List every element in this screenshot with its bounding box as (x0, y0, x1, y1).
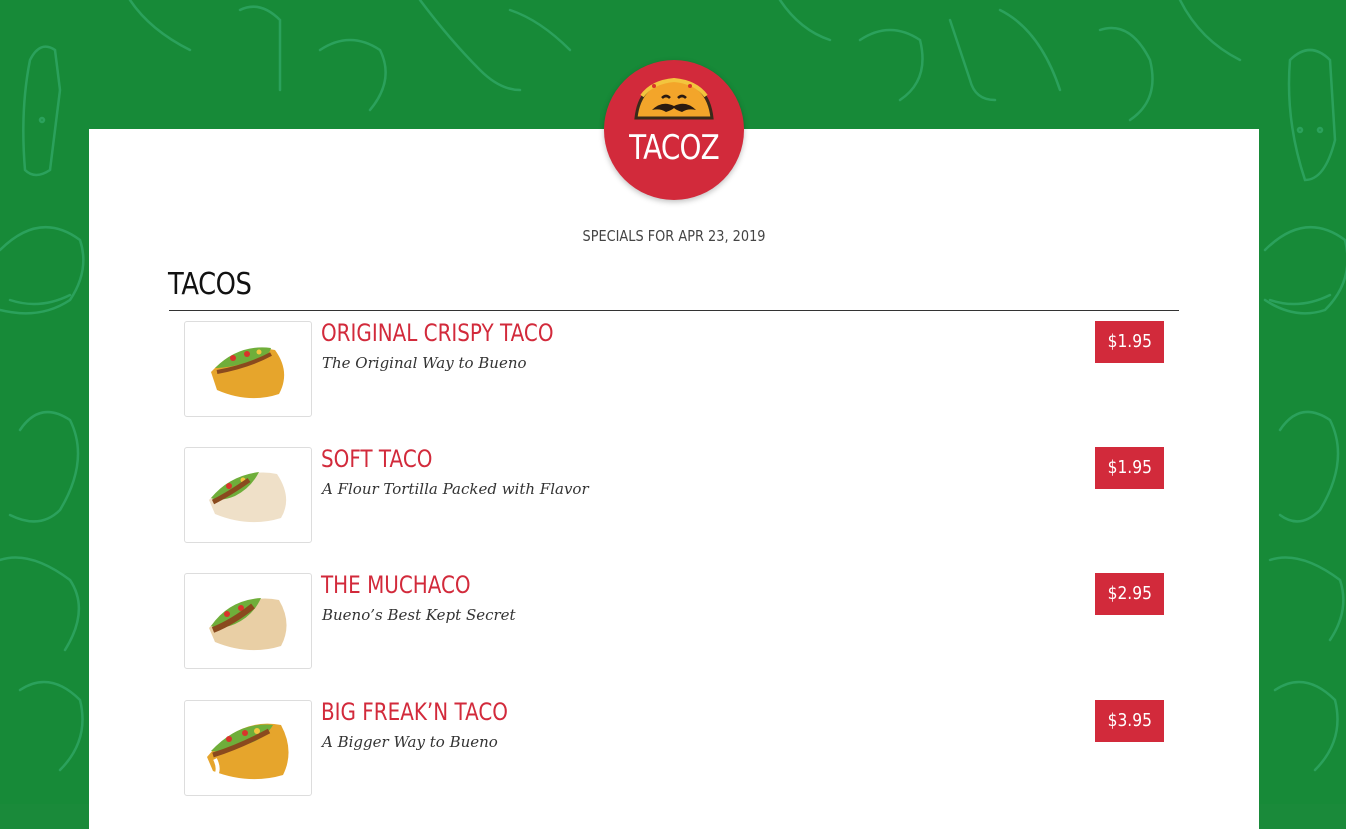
brand-logo[interactable]: TACOZ (604, 60, 744, 200)
menu-card: SPECIALS FOR APR 23, 2019 TACOS ORIGINAL… (89, 129, 1259, 829)
item-description: A Bigger Way to Bueno (322, 733, 498, 751)
price-badge: $2.95 (1095, 573, 1164, 615)
crispy-taco-image (184, 321, 312, 417)
muchaco-image (184, 573, 312, 669)
mustache-taco-icon (634, 77, 714, 120)
menu-item[interactable]: ORIGINAL CRISPY TACO The Original Way to… (184, 319, 1164, 417)
price-badge: $1.95 (1095, 321, 1164, 363)
menu-item[interactable]: BIG FREAK’N TACO A Bigger Way to Bueno $… (184, 698, 1164, 796)
item-description: Bueno’s Best Kept Secret (322, 606, 516, 624)
price-badge: $1.95 (1095, 447, 1164, 489)
price-badge: $3.95 (1095, 700, 1164, 742)
soft-taco-image (184, 447, 312, 543)
specials-date: SPECIALS FOR APR 23, 2019 (582, 227, 766, 245)
item-description: The Original Way to Bueno (322, 354, 527, 372)
menu-item[interactable]: SOFT TACO A Flour Tortilla Packed with F… (184, 445, 1164, 543)
item-name: BIG FREAK’N TACO (321, 698, 508, 726)
section-title: TACOS (168, 267, 252, 302)
item-name: THE MUCHACO (321, 571, 471, 599)
item-name: SOFT TACO (321, 445, 433, 473)
big-taco-image (184, 700, 312, 796)
section-divider (169, 310, 1179, 311)
menu-item[interactable]: THE MUCHACO Bueno’s Best Kept Secret $2.… (184, 571, 1164, 669)
item-description: A Flour Tortilla Packed with Flavor (322, 480, 589, 498)
item-name: ORIGINAL CRISPY TACO (321, 319, 554, 347)
brand-name: TACOZ (629, 128, 720, 168)
